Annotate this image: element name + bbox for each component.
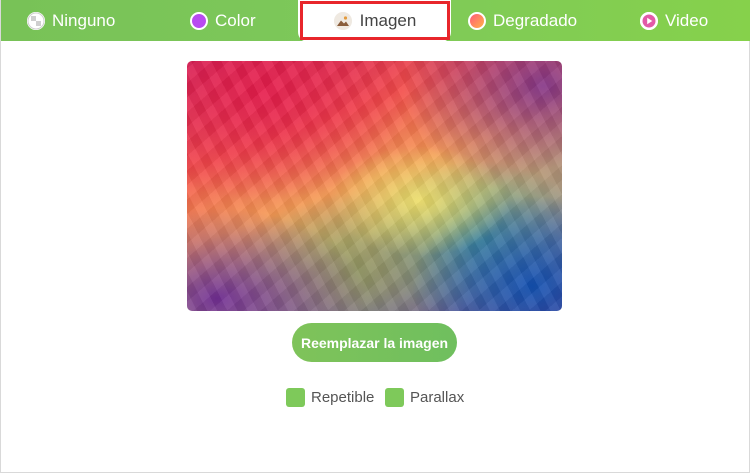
tab-image[interactable]: Imagen — [300, 1, 450, 40]
tab-image-label: Imagen — [359, 10, 417, 30]
play-circle-icon — [640, 11, 658, 30]
image-icon — [333, 11, 352, 30]
background-picker-panel: Ninguno Color Degradado Video Imagen Ree… — [0, 0, 750, 473]
parallax-checkbox[interactable] — [385, 387, 404, 407]
replace-image-button[interactable]: Reemplazar la imagen — [292, 323, 457, 362]
low-poly-texture — [187, 61, 562, 311]
repeat-label: Repetible — [311, 388, 375, 406]
tab-gradient-label: Degradado — [493, 10, 578, 30]
checker-circle-icon — [27, 11, 45, 30]
parallax-label: Parallax — [410, 388, 465, 406]
parallax-option[interactable]: Parallax — [385, 387, 464, 407]
repeat-option[interactable]: Repetible — [286, 387, 374, 407]
purple-dot-icon — [190, 11, 208, 30]
background-image-preview — [187, 61, 562, 311]
tab-none[interactable]: Ninguno — [27, 0, 115, 41]
tab-video-label: Video — [665, 10, 709, 30]
tab-video[interactable]: Video — [640, 0, 708, 41]
tab-color[interactable]: Color — [190, 0, 256, 41]
repeat-checkbox[interactable] — [286, 387, 305, 407]
tab-color-label: Color — [215, 10, 256, 30]
tab-none-label: Ninguno — [52, 10, 116, 30]
gradient-dot-icon — [468, 11, 486, 30]
tab-gradient[interactable]: Degradado — [468, 0, 577, 41]
